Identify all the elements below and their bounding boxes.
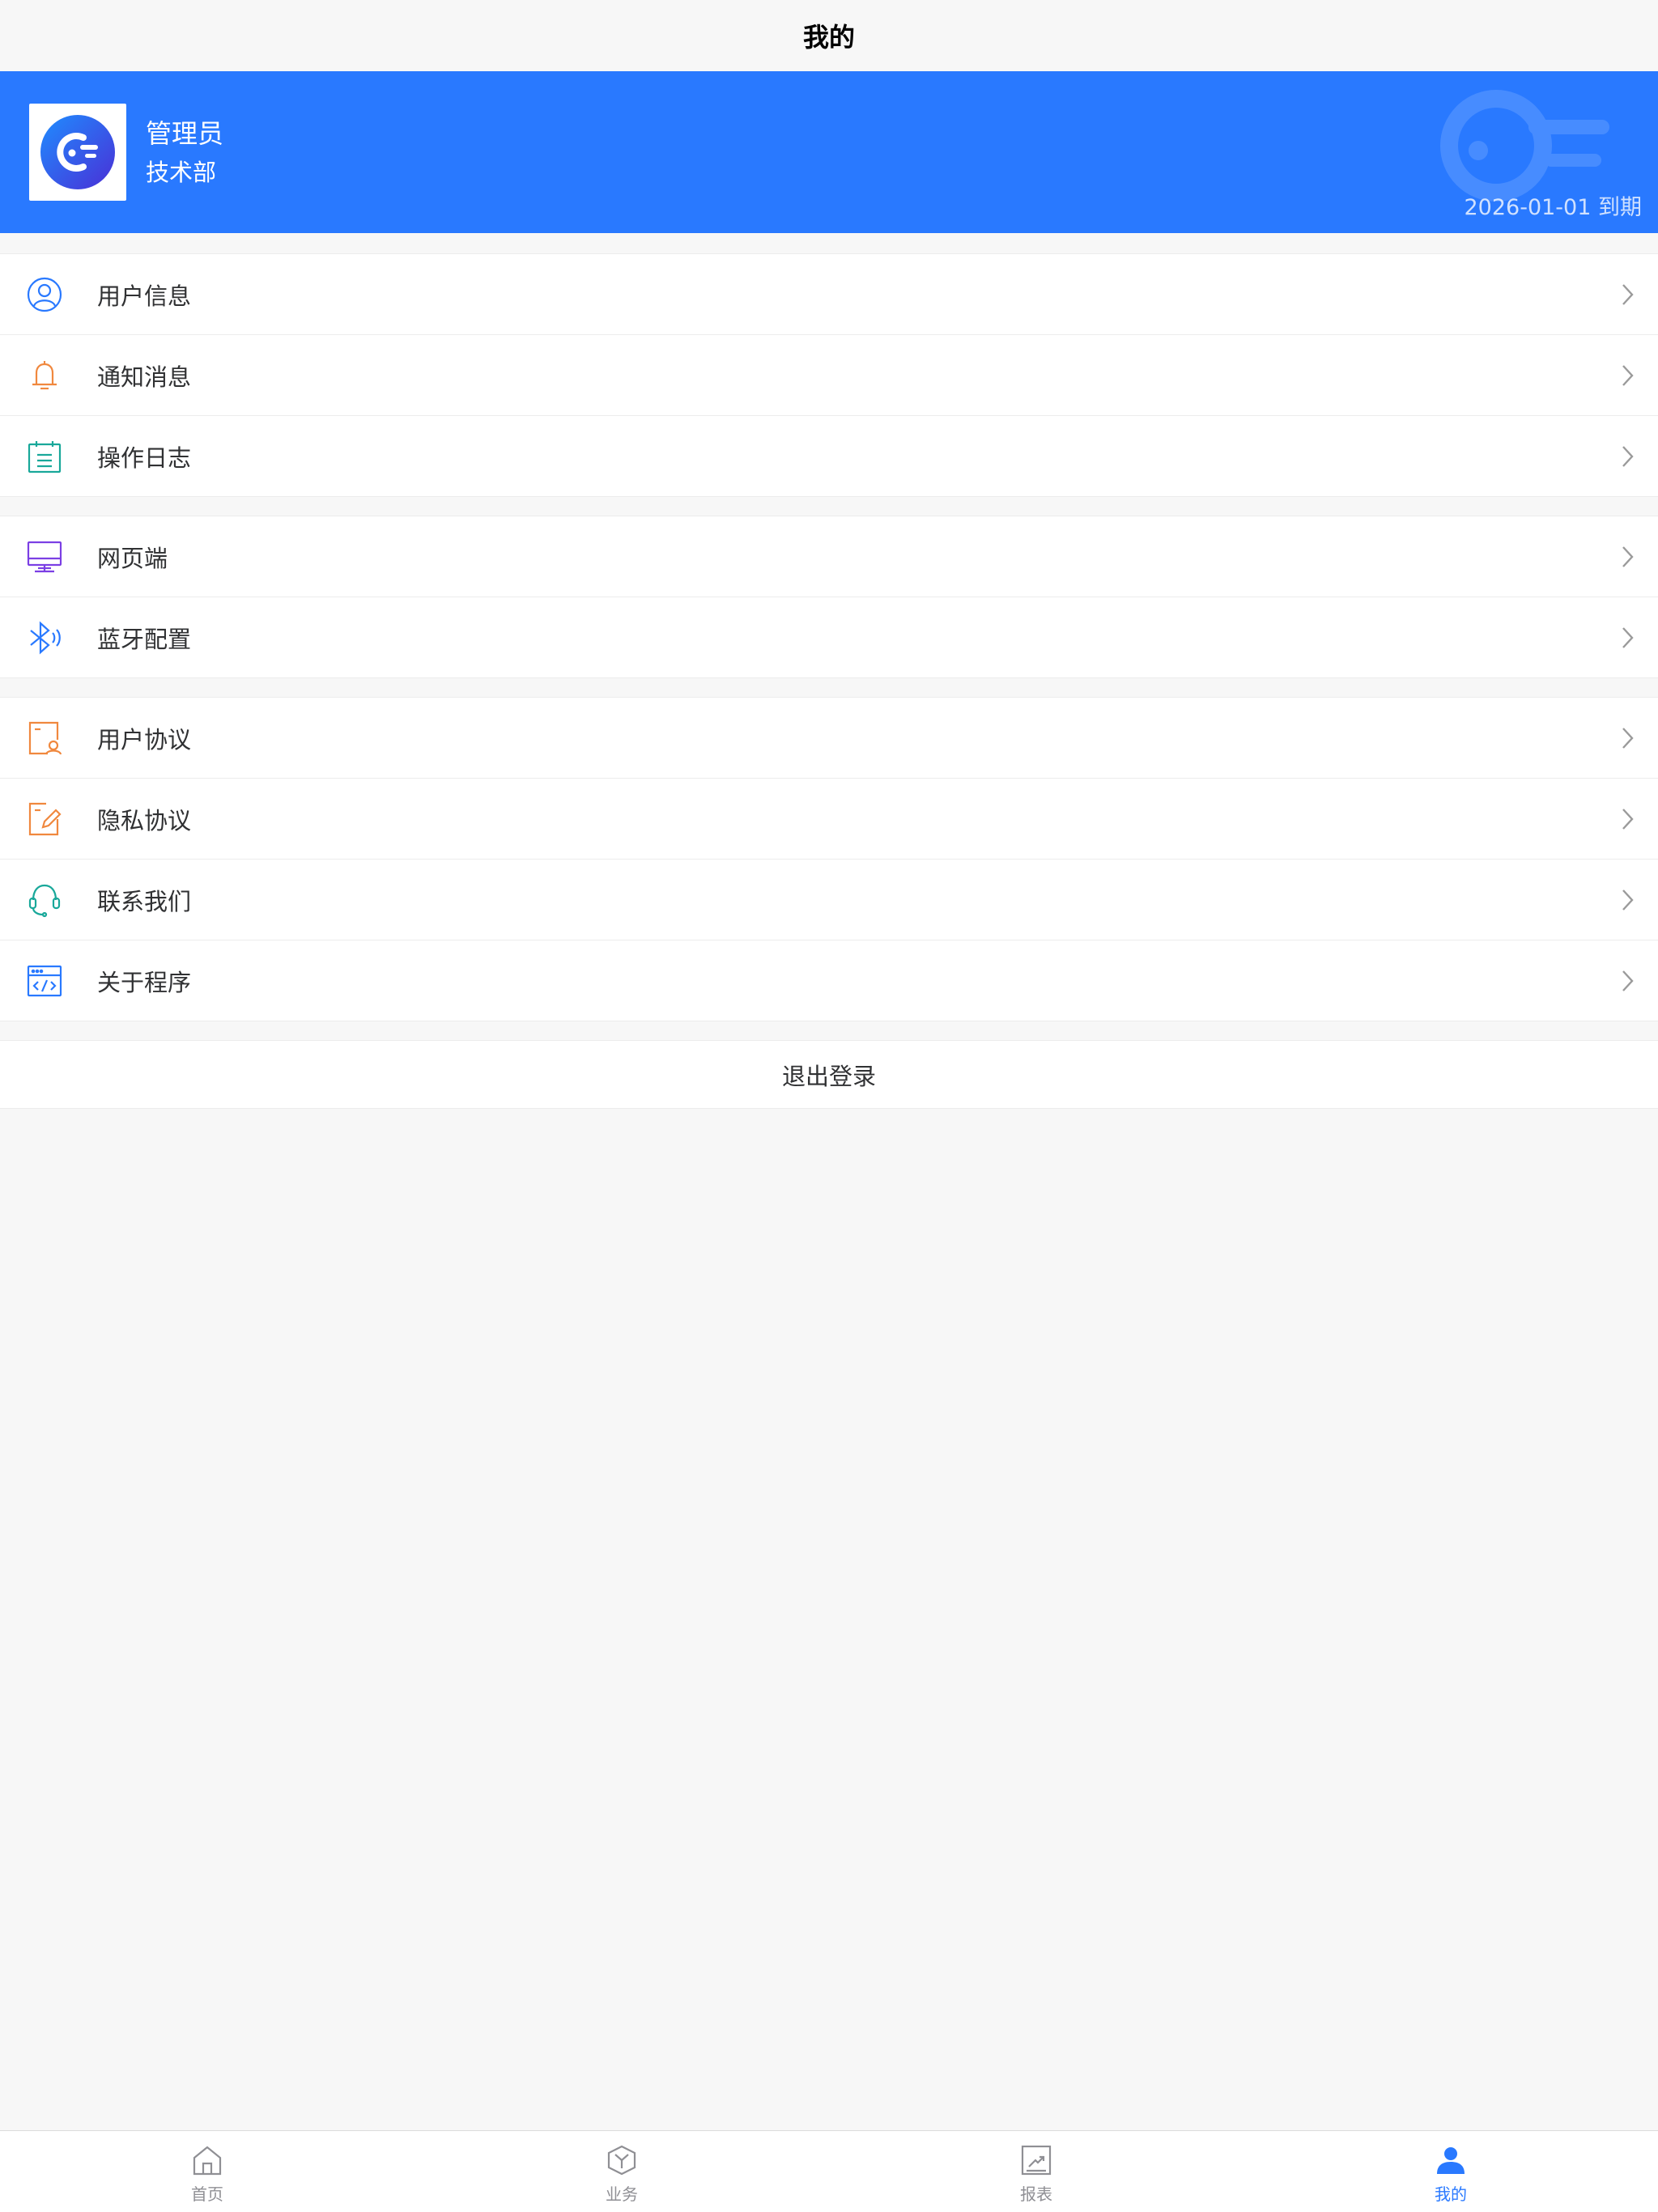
menu-item-bluetooth[interactable]: 蓝牙配置: [0, 597, 1658, 677]
menu-item-label: 蓝牙配置: [97, 625, 192, 653]
menu-item-label: 隐私协议: [97, 806, 192, 834]
navbar: 我的: [0, 0, 1658, 71]
menu-group-account: 用户信息 通知消息 操作日志: [0, 253, 1658, 497]
chart-icon: [1018, 2142, 1054, 2178]
menu-item-label: 用户信息: [97, 282, 192, 310]
logout-button[interactable]: 退出登录: [0, 1040, 1658, 1109]
chevron-right-icon: [1622, 364, 1634, 386]
tab-label: 业务: [606, 2184, 638, 2204]
user-document-icon: [26, 720, 63, 757]
menu-item-operation-log[interactable]: 操作日志: [0, 416, 1658, 496]
avatar[interactable]: [29, 104, 126, 201]
tab-mine[interactable]: 我的: [1244, 2131, 1658, 2212]
menu-item-label: 网页端: [97, 544, 168, 572]
tab-bar: 首页 业务 报表 我的: [0, 2130, 1658, 2212]
menu-group-about: 用户协议 隐私协议 联系我们 关于程序: [0, 697, 1658, 1021]
chevron-right-icon: [1622, 626, 1634, 648]
menu-item-privacy-agreement[interactable]: 隐私协议: [0, 779, 1658, 860]
menu-item-label: 操作日志: [97, 444, 192, 472]
chevron-right-icon: [1622, 808, 1634, 830]
menu-item-label: 联系我们: [97, 887, 192, 915]
chevron-right-icon: [1622, 283, 1634, 305]
menu-item-web[interactable]: 网页端: [0, 516, 1658, 597]
chevron-right-icon: [1622, 727, 1634, 749]
user-department: 技术部: [146, 159, 217, 186]
menu-item-contact-us[interactable]: 联系我们: [0, 860, 1658, 940]
tab-label: 报表: [1020, 2184, 1052, 2204]
person-icon: [1433, 2142, 1469, 2178]
menu-item-label: 用户协议: [97, 725, 192, 754]
chevron-right-icon: [1622, 889, 1634, 911]
tab-home[interactable]: 首页: [0, 2131, 414, 2212]
page-title: 我的: [802, 22, 855, 53]
menu-group-devices: 网页端 蓝牙配置: [0, 516, 1658, 678]
home-icon: [189, 2142, 225, 2178]
tab-business[interactable]: 业务: [414, 2131, 829, 2212]
code-window-icon: [26, 962, 63, 1000]
headset-icon: [26, 881, 63, 919]
chevron-right-icon: [1622, 445, 1634, 467]
monitor-icon: [26, 538, 63, 575]
calendar-log-icon: [26, 438, 63, 475]
bluetooth-icon: [26, 619, 63, 656]
bell-icon: [26, 357, 63, 394]
edit-document-icon: [26, 800, 63, 838]
chevron-right-icon: [1622, 970, 1634, 991]
user-name: 管理员: [146, 118, 224, 149]
expiry-date: 2026-01-01 到期: [1464, 195, 1643, 220]
app-logo-icon: [40, 115, 115, 189]
user-circle-icon: [26, 276, 63, 313]
menu-item-about-app[interactable]: 关于程序: [0, 940, 1658, 1021]
logo-watermark-icon: [1440, 90, 1609, 202]
menu-item-notifications[interactable]: 通知消息: [0, 335, 1658, 416]
menu-item-user-info[interactable]: 用户信息: [0, 254, 1658, 335]
chevron-right-icon: [1622, 546, 1634, 567]
menu-item-user-agreement[interactable]: 用户协议: [0, 698, 1658, 779]
cube-icon: [604, 2142, 640, 2178]
profile-banner: 管理员 技术部 2026-01-01 到期: [0, 71, 1658, 233]
tab-label: 首页: [191, 2184, 223, 2204]
tab-label: 我的: [1435, 2184, 1467, 2204]
menu-item-label: 通知消息: [97, 363, 192, 391]
tab-reports[interactable]: 报表: [829, 2131, 1244, 2212]
menu-item-label: 关于程序: [97, 968, 192, 996]
